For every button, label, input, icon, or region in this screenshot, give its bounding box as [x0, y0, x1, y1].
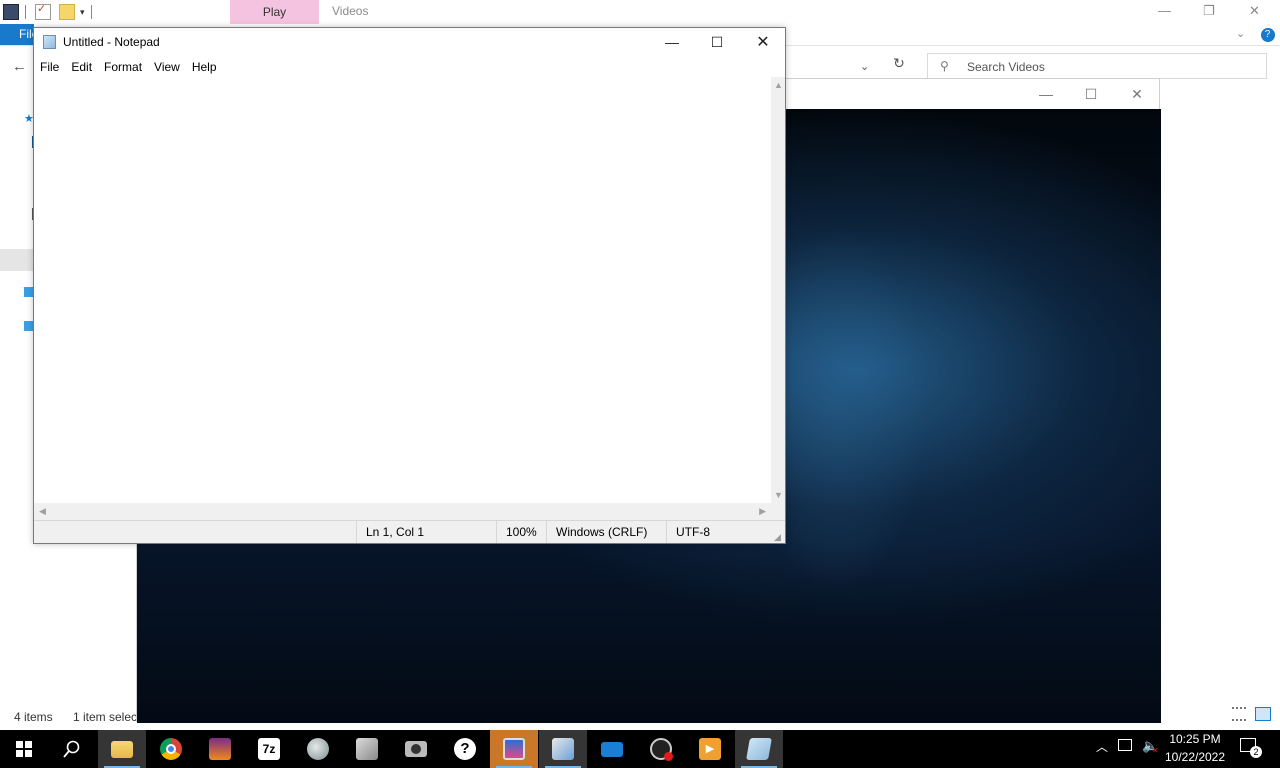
- start-button[interactable]: [0, 730, 48, 768]
- nav-item-selected[interactable]: [0, 249, 34, 271]
- taskbar-help[interactable]: ?: [441, 730, 489, 768]
- taskbar: 7z ? ▶ ︿ 🔈 ✕ 10:25 PM 10/22/2022: [0, 730, 1280, 768]
- search-icon: [63, 740, 80, 758]
- restore-icon[interactable]: ❐: [1203, 0, 1215, 22]
- text-editor[interactable]: [34, 77, 771, 503]
- minimize-icon[interactable]: —: [1023, 79, 1069, 109]
- close-icon[interactable]: ✕: [1114, 79, 1160, 109]
- address-dropdown-icon[interactable]: ⌄: [860, 60, 869, 73]
- menu-help[interactable]: Help: [186, 57, 223, 77]
- horizontal-scrollbar[interactable]: ◀ ▶: [34, 503, 771, 520]
- maximize-icon[interactable]: ☐: [694, 28, 740, 57]
- minimize-icon[interactable]: —: [649, 28, 695, 57]
- taskbar-camera[interactable]: [392, 730, 440, 768]
- line-endings: Windows (CRLF): [546, 521, 666, 543]
- taskbar-search-button[interactable]: [48, 730, 96, 768]
- large-icons-view-icon[interactable]: [1255, 707, 1272, 721]
- taskbar-display-app[interactable]: [490, 730, 538, 768]
- menu-view[interactable]: View: [148, 57, 186, 77]
- vertical-scrollbar[interactable]: ▲ ▼: [771, 77, 785, 503]
- media-player-icon: ▶: [699, 738, 721, 760]
- taskbar-app-11[interactable]: [539, 730, 587, 768]
- scroll-right-icon[interactable]: ▶: [759, 506, 766, 517]
- menu-format[interactable]: Format: [98, 57, 148, 77]
- tab-play[interactable]: Play: [230, 0, 319, 24]
- ribbon-help-controls: ⌄ ?: [1236, 26, 1275, 42]
- file-tab[interactable]: File: [0, 24, 38, 45]
- scrollbar-corner: [771, 503, 785, 520]
- help-bubble-icon: ?: [454, 738, 476, 760]
- clock-date[interactable]: 10/22/2022: [1155, 750, 1235, 764]
- details-view-icon[interactable]: [1232, 707, 1246, 721]
- zoom-level: 100%: [496, 521, 546, 543]
- search-icon: ⚲: [940, 59, 949, 73]
- scroll-down-icon[interactable]: ▼: [774, 490, 783, 500]
- taskbar-app-14[interactable]: ▶: [686, 730, 734, 768]
- taskbar-obs[interactable]: [637, 730, 685, 768]
- status-selection: 1 item selec: [73, 710, 138, 724]
- expand-ribbon-icon[interactable]: ⌄: [1236, 28, 1245, 40]
- remote-desktop-icon: [601, 741, 623, 757]
- notification-count-badge: 2: [1250, 746, 1262, 758]
- taskbar-chrome[interactable]: [147, 730, 195, 768]
- minimize-icon[interactable]: —: [1158, 0, 1171, 22]
- explorer-window-controls: — ❐ ✕: [1140, 0, 1280, 22]
- windows-logo-icon: [16, 741, 32, 757]
- camera-icon: [405, 741, 427, 757]
- help-icon[interactable]: ?: [1260, 28, 1275, 42]
- network-icon[interactable]: [1118, 739, 1132, 751]
- notepad-icon: [746, 738, 772, 760]
- scroll-left-icon[interactable]: ◀: [39, 506, 46, 517]
- clock-time[interactable]: 10:25 PM: [1155, 732, 1235, 746]
- refresh-icon[interactable]: ↻: [889, 55, 909, 77]
- notepad-window: Untitled - Notepad — ☐ ✕ File Edit Forma…: [33, 27, 786, 544]
- paint-palette-icon: [307, 738, 329, 760]
- menu-file[interactable]: File: [34, 57, 65, 77]
- scroll-up-icon[interactable]: ▲: [774, 80, 783, 90]
- notepad-titlebar[interactable]: Untitled - Notepad — ☐ ✕: [34, 28, 785, 57]
- cursor-position: Ln 1, Col 1: [356, 521, 496, 543]
- app-icon: [552, 738, 574, 760]
- show-hidden-icons-icon[interactable]: ︿: [1096, 738, 1108, 755]
- close-icon[interactable]: ✕: [740, 28, 786, 57]
- back-arrow-icon[interactable]: ←: [12, 58, 27, 75]
- maximize-icon[interactable]: ☐: [1068, 79, 1114, 109]
- close-icon[interactable]: ✕: [1249, 0, 1260, 22]
- record-icon: [650, 738, 673, 761]
- taskbar-7zip[interactable]: 7z: [245, 730, 293, 768]
- monitor-icon: [503, 738, 525, 760]
- taskbar-remote-desktop[interactable]: [588, 730, 636, 768]
- search-placeholder: Search Videos: [967, 60, 1045, 74]
- properties-icon[interactable]: ✓: [35, 3, 51, 20]
- taskbar-file-explorer[interactable]: [98, 730, 146, 768]
- tab-videos[interactable]: Videos: [332, 4, 368, 18]
- new-folder-icon[interactable]: [59, 4, 75, 20]
- status-item-count: 4 items: [14, 710, 53, 724]
- app-icon: [356, 738, 378, 760]
- notepad-icon: [43, 35, 56, 49]
- taskbar-app-7[interactable]: [343, 730, 391, 768]
- folder-icon: [111, 740, 133, 758]
- resize-grip-icon[interactable]: ◢: [774, 532, 781, 543]
- toolbar-divider: [90, 5, 92, 19]
- view-toggle: [1232, 707, 1272, 724]
- 7zip-icon: 7z: [258, 738, 280, 760]
- taskbar-paint[interactable]: [294, 730, 342, 768]
- window-title: Untitled - Notepad: [63, 35, 160, 49]
- encoding: UTF-8: [666, 521, 774, 543]
- notepad-statusbar: Ln 1, Col 1 100% Windows (CRLF) UTF-8: [34, 520, 785, 543]
- taskbar-notepad[interactable]: [735, 730, 783, 768]
- quick-access-toolbar: ✓ ▾: [0, 0, 230, 24]
- customize-toolbar-icon[interactable]: ▾: [80, 7, 85, 18]
- app-icon: [209, 738, 231, 760]
- menu-bar: File Edit Format View Help: [34, 57, 785, 77]
- chrome-icon: [160, 738, 182, 760]
- menu-edit[interactable]: Edit: [65, 57, 98, 77]
- video-file-icon[interactable]: [3, 4, 19, 20]
- toolbar-divider: [25, 5, 26, 19]
- taskbar-app-4[interactable]: [196, 730, 244, 768]
